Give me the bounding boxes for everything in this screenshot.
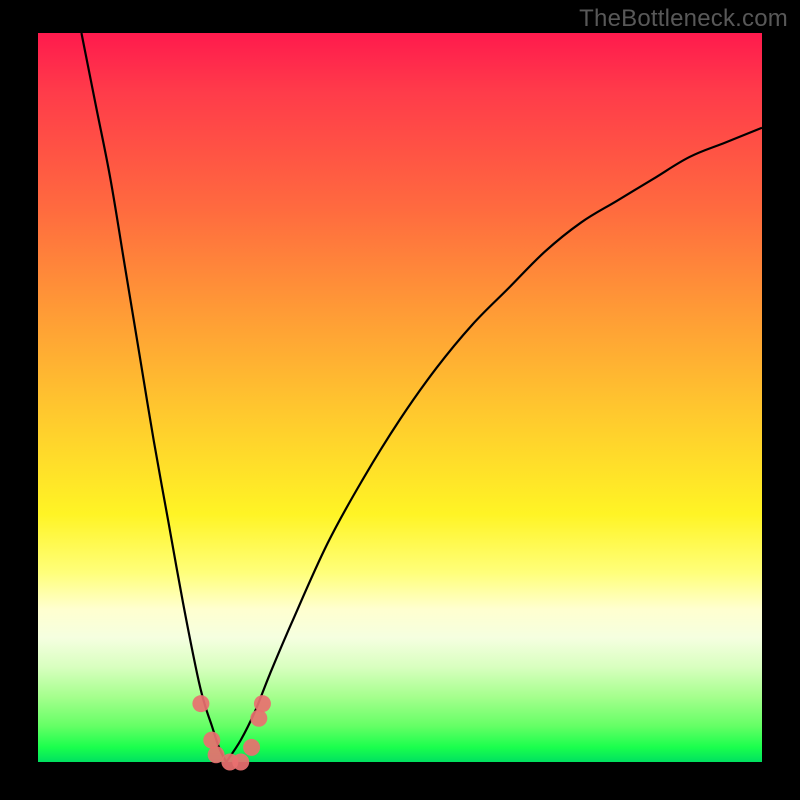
- data-marker: [232, 754, 249, 771]
- data-marker: [203, 732, 220, 749]
- curve-right: [226, 128, 762, 762]
- chart-frame: TheBottleneck.com: [0, 0, 800, 800]
- curve-layer: [38, 33, 762, 762]
- data-marker: [250, 710, 267, 727]
- curve-left: [81, 33, 226, 762]
- plot-area: [38, 33, 762, 762]
- watermark-text: TheBottleneck.com: [579, 5, 788, 33]
- data-marker: [192, 695, 209, 712]
- data-marker: [243, 739, 260, 756]
- marker-group: [192, 695, 271, 770]
- data-marker: [254, 695, 271, 712]
- bottleneck-curve: [81, 33, 762, 762]
